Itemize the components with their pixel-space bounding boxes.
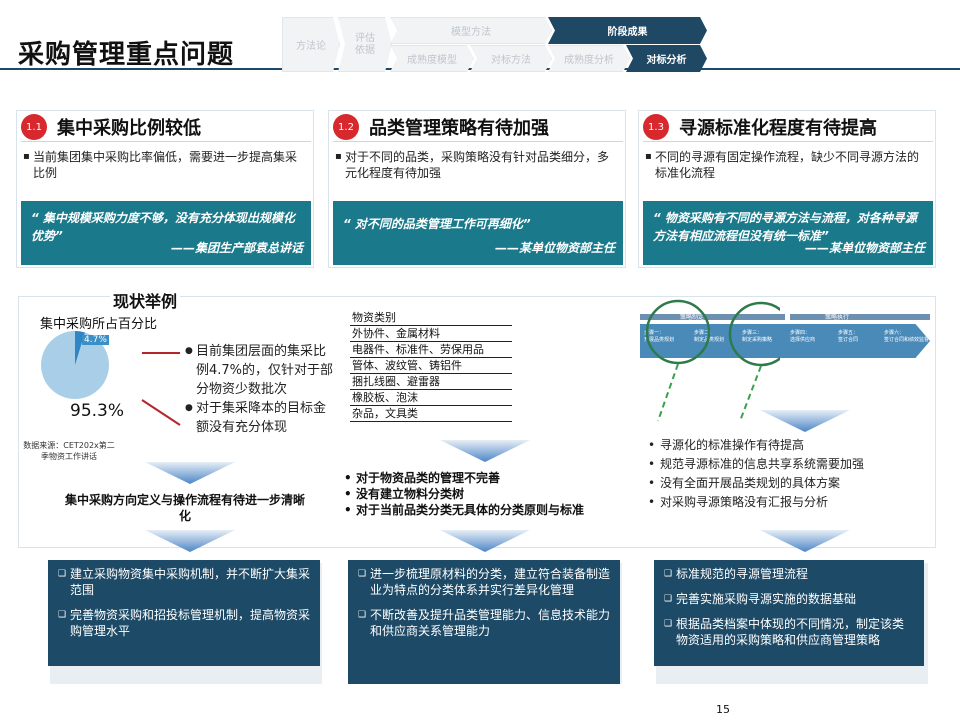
nav-step-methodology[interactable]: 方法论 <box>282 17 340 72</box>
list-item: 对采购寻源策略没有汇报与分析 <box>648 493 928 512</box>
nav-step-label: 模型方法 <box>451 27 491 38</box>
down-arrow-icon <box>440 440 530 462</box>
list-item: 杂品，文具类 <box>350 406 512 422</box>
left-column-caption: 集中采购方向定义与操作流程有待进一步清晰化 <box>64 493 305 523</box>
recommendation-item: 标准规范的寻源管理流程 <box>664 566 914 582</box>
nav-step-label: 成熟度分析 <box>564 55 614 66</box>
recommendation-item: 根据品类档案中体现的不同情况，制定该类物资适用的采购策略和供应商管理策略 <box>664 616 914 648</box>
sourcing-findings-list: 寻源化的标准操作有待提高 规范寻源标准的信息共享系统需要加强 没有全面开展品类规… <box>648 436 928 512</box>
pie-small-value-label: 4.7% <box>82 335 109 345</box>
recommendation-item: 完善实施采购寻源实施的数据基础 <box>664 591 914 607</box>
process-highlight-marks <box>645 299 780 422</box>
down-arrow-icon <box>760 410 850 432</box>
issue-heading: 集中采购比例较低 <box>57 118 201 139</box>
issue-quote: “ 集中规模采购力度不够，没有充分体现出规模化优势” ——集团生产部袁总讲话 <box>21 201 311 265</box>
list-item: 目前集团层面的集采比例4.7%的，仅针对于部分物资少数批次 <box>185 342 335 399</box>
nav-step-label: 对标分析 <box>646 55 687 66</box>
nav-step-model-method[interactable]: 模型方法 <box>390 17 552 44</box>
list-item: 没有全面开展品类规划的具体方案 <box>648 474 928 493</box>
recommendation-box-1: 建立采购物资集中采购机制，并不断扩大集采范围 完善物资采购和招投标管理机制，提高… <box>48 560 320 666</box>
process-step: 步骤六： 签订合同和绩效监督 <box>884 330 930 343</box>
data-source-note: 数据来源：CET202x第二季物资工作讲话 <box>23 441 115 461</box>
issue-card-2: 1.2 品类管理策略有待加强 对于不同的品类，采购策略没有针对品类细分，多元化程… <box>328 110 626 268</box>
recommendation-box-2: 进一步梳理原材料的分类，建立符合装备制造业为特点的分类体系并实行差异化管理 不断… <box>348 560 620 684</box>
issue-number-badge: 1.3 <box>643 114 669 140</box>
list-item: 外协件、金属材料 <box>350 326 512 342</box>
nav-step-maturity-analysis[interactable]: 成熟度分析 <box>548 45 630 72</box>
recommendation-item: 进一步梳理原材料的分类，建立符合装备制造业为特点的分类体系并实行差异化管理 <box>358 566 610 598</box>
nav-step-maturity-model[interactable]: 成熟度模型 <box>390 45 474 72</box>
recommendation-box-3: 标准规范的寻源管理流程 完善实施采购寻源实施的数据基础 根据品类档案中体现的不同… <box>654 560 924 666</box>
nav-step-label: 阶段成果 <box>607 27 648 38</box>
list-item: 对于当前品类分类无具体的分类原则与标准 <box>342 502 632 518</box>
list-item: 没有建立物料分类树 <box>342 486 632 502</box>
list-item: 橡胶板、泡沫 <box>350 390 512 406</box>
section-title: 现状举例 <box>110 288 181 312</box>
category-findings-list: 对于物资品类的管理不完善 没有建立物料分类树 对于当前品类分类无具体的分类原则与… <box>342 470 632 518</box>
nav-step-label: 方法论 <box>296 41 326 52</box>
issue-card-3: 1.3 寻源标准化程度有待提高 不同的寻源有固定操作流程，缺少不同寻源方法的标准… <box>638 110 936 268</box>
divider <box>21 141 311 142</box>
issue-quote: “ 对不同的品类管理工作可再细化” ——某单位物资部主任 <box>333 201 623 265</box>
page-title: 采购管理重点问题 <box>18 40 235 70</box>
nav-step-benchmark-method[interactable]: 对标方法 <box>470 45 552 72</box>
category-header: 物资类别 <box>350 310 512 326</box>
nav-step-label: 成熟度模型 <box>407 55 457 66</box>
phase-label: 策略执行 <box>825 314 850 321</box>
list-item: 管体、波纹管、铸铝件 <box>350 358 512 374</box>
issue-description: 对于不同的品类，采购策略没有针对品类细分，多元化程度有待加强 <box>335 149 620 181</box>
process-step: 步骤四： 选择供应商 <box>790 330 816 343</box>
nav-step-basis[interactable]: 评估 依据 <box>338 17 392 72</box>
issue-card-1: 1.1 集中采购比例较低 当前集团集中采购比率偏低，需要进一步提高集采比例 “ … <box>16 110 314 268</box>
divider <box>333 141 623 142</box>
quote-text: “ 对不同的品类管理工作可再细化” <box>343 217 531 231</box>
down-arrow-icon <box>145 530 235 552</box>
issue-quote: “ 物资采购有不同的寻源方法与流程，对各种寻源方法有相应流程但没有统一标准” —… <box>643 201 933 265</box>
issue-description: 当前集团集中采购比率偏低，需要进一步提高集采比例 <box>23 149 308 181</box>
list-item: 寻源化的标准操作有待提高 <box>648 436 928 455</box>
process-step: 步骤五： 签订合同 <box>838 330 859 343</box>
quote-source: ——某单位物资部主任 <box>494 241 615 255</box>
nav-step-benchmark-analysis[interactable]: 对标分析 <box>626 45 707 72</box>
down-arrow-icon <box>440 530 530 552</box>
recommendation-item: 建立采购物资集中采购机制，并不断扩大集采范围 <box>58 566 310 598</box>
list-item: 电器件、标准件、劳保用品 <box>350 342 512 358</box>
pie-connector-lines <box>141 352 181 426</box>
material-category-list: 物资类别 外协件、金属材料 电器件、标准件、劳保用品 管体、波纹管、铸铝件 捆扎… <box>350 310 512 422</box>
issue-number-badge: 1.2 <box>333 114 359 140</box>
issue-heading: 品类管理策略有待加强 <box>369 118 549 139</box>
issue-description: 不同的寻源有固定操作流程，缺少不同寻源方法的标准化流程 <box>645 149 930 181</box>
list-item: 对于物资品类的管理不完善 <box>342 470 632 486</box>
issue-heading: 寻源标准化程度有待提高 <box>679 118 877 139</box>
recommendation-item: 不断改善及提升品类管理能力、信息技术能力和供应商关系管理能力 <box>358 607 610 639</box>
down-arrow-icon <box>760 530 850 552</box>
phase-bar <box>790 314 930 320</box>
quote-source: ——某单位物资部主任 <box>804 241 925 255</box>
issue-number-badge: 1.1 <box>21 114 47 140</box>
list-item: 规范寻源标准的信息共享系统需要加强 <box>648 455 928 474</box>
nav-step-label: 评估 依据 <box>355 32 375 56</box>
quote-source: ——集团生产部袁总讲话 <box>170 241 303 255</box>
page-number: 15 <box>716 703 730 716</box>
list-item: 对于集采降本的目标金额没有充分体现 <box>185 399 335 437</box>
divider <box>643 141 933 142</box>
pie-big-value-label: 95.3% <box>70 401 125 421</box>
recommendation-item: 完善物资采购和招投标管理机制，提高物资采购管理水平 <box>58 607 310 639</box>
nav-step-stage-results[interactable]: 阶段成果 <box>548 17 707 44</box>
nav-step-label: 对标方法 <box>491 55 531 66</box>
down-arrow-icon <box>145 462 235 484</box>
list-item: 捆扎线圈、避雷器 <box>350 374 512 390</box>
pie-findings-list: 目前集团层面的集采比例4.7%的，仅针对于部分物资少数批次 对于集采降本的目标金… <box>185 342 335 437</box>
stage-navigation: 方法论 评估 依据 模型方法 阶段成果 成熟度模型 对标方法 成熟度分析 对标分… <box>282 17 707 72</box>
